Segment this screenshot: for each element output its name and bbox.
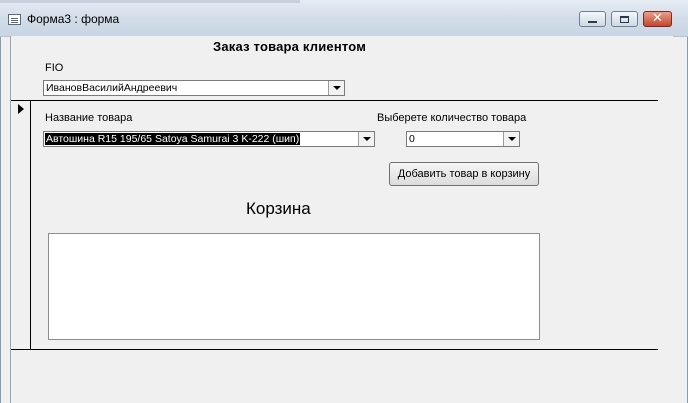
current-record-arrow-icon bbox=[18, 104, 24, 114]
window-title: Форма3 : форма bbox=[27, 12, 120, 26]
fio-combobox[interactable]: ИвановВасилийАндреевич bbox=[43, 80, 345, 96]
form-title: Заказ товара клиентом bbox=[213, 39, 367, 54]
chevron-down-icon bbox=[362, 137, 371, 141]
product-name-label: Название товара bbox=[45, 112, 133, 124]
fio-label: FIO bbox=[45, 62, 64, 74]
minimize-button[interactable] bbox=[579, 11, 606, 27]
chevron-down-icon bbox=[332, 86, 341, 90]
chevron-down-icon bbox=[507, 137, 516, 141]
product-combobox[interactable]: Автошина R15 195/65 Satoya Samurai 3 K-2… bbox=[43, 131, 375, 147]
product-dropdown-button[interactable] bbox=[358, 132, 374, 146]
form-icon[interactable] bbox=[8, 14, 21, 25]
quantity-value: 0 bbox=[409, 133, 415, 145]
title-bar[interactable]: Форма3 : форма ✕ bbox=[0, 0, 688, 37]
close-button[interactable]: ✕ bbox=[643, 11, 672, 27]
fio-dropdown-button[interactable] bbox=[328, 81, 344, 95]
minimize-icon bbox=[588, 21, 597, 23]
section-divider-top bbox=[11, 100, 658, 101]
product-value: Автошина R15 195/65 Satoya Samurai 3 K-2… bbox=[45, 133, 301, 145]
fio-value: ИвановВасилийАндреевич bbox=[46, 82, 178, 94]
cart-list[interactable] bbox=[48, 233, 540, 340]
background-strip bbox=[0, 0, 300, 3]
quantity-combobox[interactable]: 0 bbox=[406, 131, 520, 147]
maximize-button[interactable] bbox=[611, 11, 638, 27]
close-icon: ✕ bbox=[652, 11, 663, 26]
cart-title: Корзина bbox=[246, 199, 311, 218]
section-divider-bottom bbox=[11, 349, 658, 350]
record-selector[interactable] bbox=[11, 101, 31, 349]
add-to-cart-button[interactable]: Добавить товар в корзину bbox=[389, 162, 539, 186]
quantity-dropdown-button[interactable] bbox=[503, 132, 519, 146]
quantity-label: Выберете количество товара bbox=[377, 112, 527, 124]
maximize-icon bbox=[620, 15, 629, 23]
